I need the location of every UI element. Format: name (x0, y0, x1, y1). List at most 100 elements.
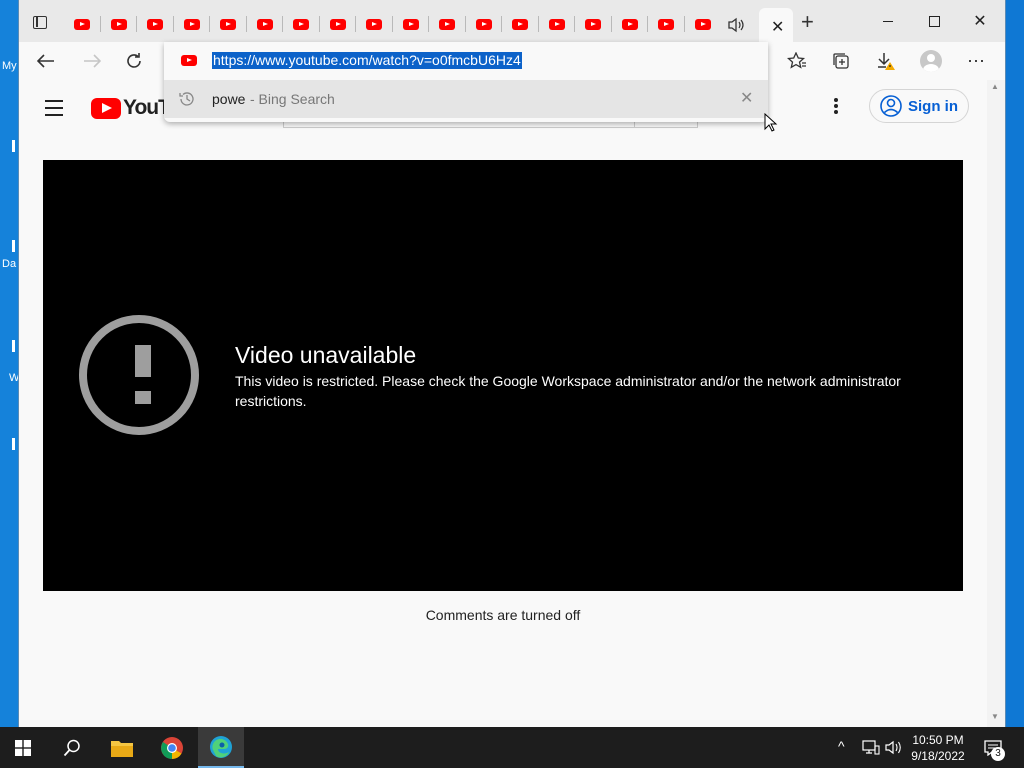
browser-tab[interactable] (576, 9, 610, 39)
youtube-favicon-icon (439, 18, 455, 30)
action-center-button[interactable]: 3 (978, 727, 1022, 768)
youtube-favicon-icon (329, 18, 346, 30)
close-tab-icon[interactable]: ✕ (771, 17, 784, 37)
tab-actions-icon[interactable] (33, 16, 47, 29)
close-window-button[interactable]: ✕ (957, 6, 1003, 36)
maximize-button[interactable] (911, 6, 957, 36)
search-suggestion[interactable]: powe - Bing Search ✕ (164, 80, 768, 118)
youtube-favicon-icon (512, 18, 528, 30)
tab-separator (209, 16, 210, 32)
forward-arrow-icon (84, 54, 101, 68)
browser-tab[interactable] (321, 9, 355, 39)
downloads-button[interactable] (871, 46, 901, 76)
clock-date: 9/18/2022 (911, 749, 965, 763)
desktop-icon[interactable] (12, 340, 15, 352)
scroll-down-icon[interactable]: ▼ (991, 712, 999, 721)
browser-tab[interactable] (138, 9, 172, 39)
taskbar: ^ 10:50 PM 9/18/2022 3 (0, 727, 1024, 768)
desktop-icon[interactable] (12, 438, 15, 450)
more-vertical-icon[interactable] (834, 98, 840, 114)
profile-button[interactable] (916, 46, 946, 76)
browser-tab[interactable] (613, 9, 647, 39)
browser-tab[interactable] (394, 9, 428, 39)
tab-separator (136, 16, 137, 32)
youtube-favicon-icon (585, 18, 601, 30)
folder-icon (111, 740, 133, 757)
browser-tab[interactable] (357, 9, 391, 39)
error-message: This video is restricted. Please check t… (235, 373, 901, 409)
show-hidden-icons-icon[interactable]: ^ (838, 738, 845, 754)
tab-separator (537, 16, 539, 32)
desktop-icon-label: Da (2, 258, 17, 270)
settings-more-button[interactable]: ⋯ (961, 46, 991, 76)
mouse-cursor-icon (764, 113, 778, 132)
sign-in-label: Sign in (908, 97, 958, 115)
audio-tab[interactable] (724, 14, 748, 36)
browser-tab[interactable] (686, 9, 720, 39)
youtube-favicon-icon (147, 18, 163, 30)
favorites-star-icon (787, 52, 806, 69)
page-scrollbar[interactable]: ▲ ▼ (987, 80, 1005, 727)
more-horizontal-icon: ⋯ (967, 50, 985, 71)
download-warning-icon (878, 53, 895, 70)
address-bar-dropdown: https://www.youtube.com/watch?v=o0fmcbU6… (164, 42, 768, 122)
favorites-button[interactable] (782, 46, 812, 76)
maximize-icon (928, 15, 940, 27)
browser-tab[interactable] (211, 9, 245, 39)
browser-tab[interactable] (248, 9, 282, 39)
active-tab[interactable]: ✕ (759, 8, 793, 42)
history-clock-icon (179, 92, 194, 106)
close-icon: ✕ (973, 13, 987, 30)
browser-tab[interactable] (467, 9, 501, 39)
start-button[interactable] (0, 727, 46, 768)
browser-tab[interactable] (503, 9, 537, 39)
browser-tab[interactable] (540, 9, 574, 39)
back-button[interactable] (31, 46, 61, 76)
tab-separator (610, 16, 612, 32)
browser-tab[interactable] (284, 9, 318, 39)
tab-separator (245, 16, 247, 32)
browser-tab[interactable] (65, 9, 99, 39)
taskbar-edge[interactable] (198, 727, 244, 768)
browser-tab[interactable] (430, 9, 464, 39)
minimize-button[interactable] (865, 6, 911, 36)
chrome-icon (161, 736, 183, 759)
search-button[interactable] (49, 727, 95, 768)
collections-icon (833, 53, 849, 69)
browser-tab[interactable] (175, 9, 209, 39)
collections-button[interactable] (826, 46, 856, 76)
forward-button[interactable] (77, 46, 107, 76)
tab-separator (501, 16, 502, 32)
youtube-favicon-icon (475, 18, 492, 30)
suggestion-source: - Bing Search (250, 91, 335, 107)
desktop-background: My Da W (0, 0, 19, 727)
volume-icon[interactable] (885, 740, 903, 755)
remove-suggestion-icon[interactable]: ✕ (740, 88, 753, 108)
scroll-up-icon[interactable]: ▲ (991, 82, 999, 91)
network-icon[interactable] (862, 740, 880, 755)
desktop-icon[interactable] (12, 140, 15, 152)
system-clock[interactable]: 10:50 PM 9/18/2022 (905, 732, 971, 764)
tab-separator (318, 16, 320, 32)
tab-separator (574, 16, 575, 32)
url-input[interactable]: https://www.youtube.com/watch?v=o0fmcbU6… (212, 52, 522, 69)
refresh-button[interactable] (119, 46, 149, 76)
sign-in-button[interactable]: Sign in (869, 89, 969, 123)
address-bar[interactable]: https://www.youtube.com/watch?v=o0fmcbU6… (164, 42, 768, 80)
new-tab-icon[interactable]: + (801, 9, 814, 35)
youtube-favicon-icon (658, 18, 674, 30)
browser-tab[interactable] (102, 9, 136, 39)
desktop-icon[interactable] (12, 240, 15, 252)
video-player[interactable]: Video unavailable This video is restrict… (43, 160, 963, 591)
tab-separator (172, 16, 174, 32)
youtube-favicon-icon (621, 18, 638, 30)
suggestion-query: powe (212, 91, 246, 107)
youtube-logo-icon[interactable] (91, 98, 121, 119)
browser-tab[interactable] (649, 9, 683, 39)
menu-hamburger-icon[interactable] (45, 100, 63, 116)
youtube-favicon-icon (181, 55, 197, 66)
tab-separator (683, 16, 685, 32)
taskbar-file-explorer[interactable] (99, 727, 145, 768)
youtube-favicon-icon (402, 18, 419, 30)
taskbar-chrome[interactable] (149, 727, 195, 768)
